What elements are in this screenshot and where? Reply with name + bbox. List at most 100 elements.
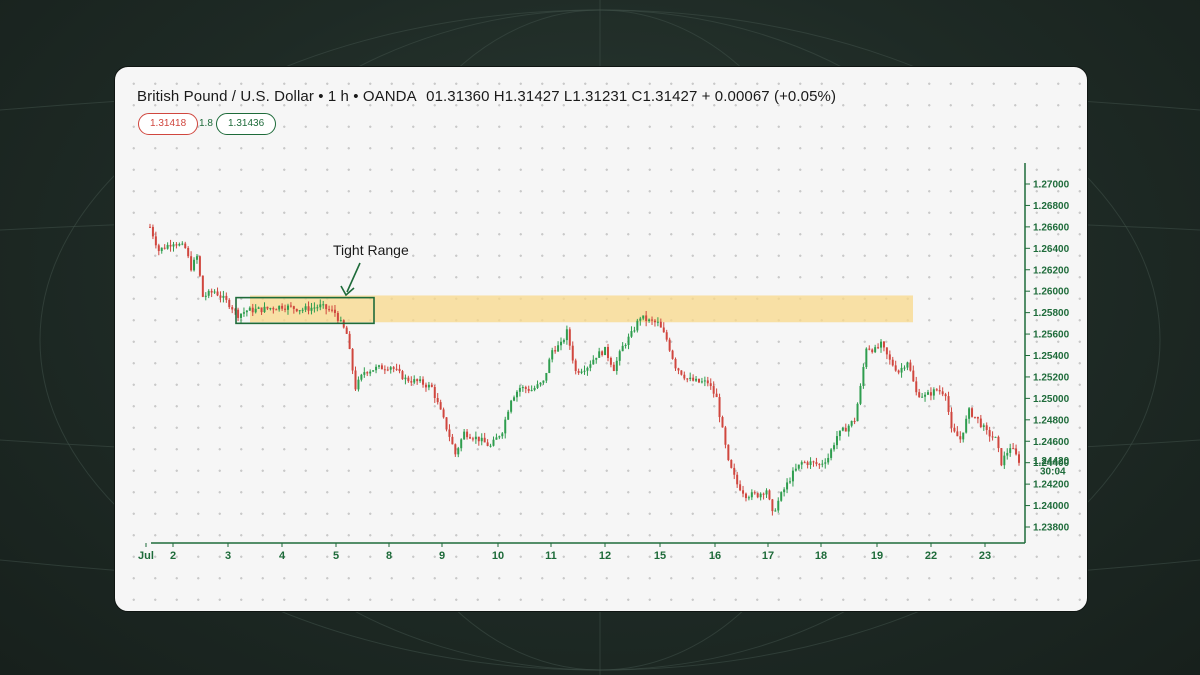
candle-body <box>269 308 272 310</box>
candle-body <box>562 340 565 342</box>
y-tick-label: 1.24800 <box>1033 415 1070 426</box>
candle-body <box>154 236 157 246</box>
candle-body <box>284 308 287 310</box>
x-tick-label: 23 <box>979 550 991 562</box>
candle-body <box>791 470 794 482</box>
candle-body <box>921 396 924 398</box>
candle-body <box>909 362 912 371</box>
candle-body <box>571 345 574 361</box>
price-chart[interactable]: Tight Range 1.27000 1.26800 1.26600 1.26400… <box>115 67 1087 611</box>
candle-body <box>592 359 595 365</box>
candle-body <box>436 398 439 403</box>
y-tick-label: 1.26800 <box>1033 201 1070 212</box>
candle-body <box>821 463 824 465</box>
y-tick-label: 1.24200 <box>1033 480 1070 491</box>
y-tick-label: 1.25200 <box>1033 372 1070 383</box>
candle-body <box>730 459 733 468</box>
candle-body <box>195 256 198 260</box>
candle-body <box>982 425 985 428</box>
candle-body <box>495 437 498 440</box>
candle-body <box>809 461 812 466</box>
candle-body <box>510 400 513 412</box>
candle-body <box>601 351 604 356</box>
candle-body <box>460 439 463 449</box>
candle-body <box>533 387 536 391</box>
candle-body <box>580 371 583 373</box>
y-axis-ticks: 1.27000 1.26800 1.26600 1.26400 1.26200 1.260… <box>1025 180 1070 534</box>
candle-body <box>812 461 815 463</box>
candle-body <box>844 427 847 432</box>
x-tick-label: 12 <box>599 550 611 562</box>
candle-body <box>941 391 944 395</box>
candle-body <box>469 437 472 439</box>
candle-body <box>151 226 154 237</box>
candle-body <box>703 380 706 382</box>
candle-body <box>325 304 328 310</box>
candle-body <box>498 436 501 438</box>
candle-body <box>665 332 668 340</box>
candle-body <box>568 329 571 346</box>
candle-body <box>419 379 422 382</box>
candle-body <box>178 243 181 246</box>
candle-body <box>204 295 207 297</box>
candle-body <box>190 256 193 271</box>
candle-body <box>551 350 554 360</box>
candle-body <box>386 369 389 371</box>
candle-body <box>345 327 348 334</box>
candle-body <box>322 304 325 306</box>
candle-body <box>589 364 592 368</box>
x-tick-label: 4 <box>279 550 286 562</box>
candle-body <box>357 379 360 390</box>
candle-body <box>627 336 630 346</box>
candle-body <box>360 374 363 380</box>
candle-body <box>392 367 395 369</box>
candle-body <box>841 427 844 431</box>
candle-body <box>407 377 410 382</box>
candle-body <box>959 436 962 440</box>
candle-body <box>906 362 909 368</box>
candle-body <box>818 464 821 466</box>
candle-body <box>316 307 319 309</box>
candle-body <box>692 377 695 381</box>
candle-body <box>830 449 833 458</box>
candle-body <box>621 345 624 352</box>
candle-body <box>480 437 483 442</box>
candle-body <box>968 408 971 419</box>
candle-body <box>181 243 184 245</box>
candle-body <box>539 382 542 385</box>
bar-countdown-label: 30:04 <box>1040 467 1066 478</box>
candle-body <box>862 367 865 386</box>
candle-body <box>451 436 454 445</box>
candle-body <box>953 427 956 432</box>
x-tick-label: 8 <box>386 550 392 562</box>
candle-body <box>410 381 413 383</box>
candle-body <box>245 310 248 313</box>
candle-body <box>765 490 768 495</box>
candle-body <box>427 384 430 388</box>
candle-body <box>474 436 477 440</box>
candle-body <box>888 354 891 360</box>
candle-body <box>653 320 656 323</box>
candle-body <box>900 367 903 373</box>
candle-body <box>565 329 568 341</box>
candle-body <box>783 489 786 493</box>
candle-body <box>263 306 266 313</box>
candle-body <box>1018 454 1020 463</box>
candle-body <box>659 321 662 328</box>
candle-body <box>333 309 336 313</box>
candle-body <box>815 462 818 465</box>
candle-body <box>348 333 351 349</box>
candle-body <box>515 391 518 398</box>
y-tick-label: 1.24600 <box>1033 437 1070 448</box>
candle-body <box>354 370 357 390</box>
candle-body <box>545 372 548 381</box>
candlestick-series <box>149 223 1020 516</box>
candle-body <box>636 320 639 331</box>
candle-body <box>747 497 750 499</box>
candle-body <box>633 330 636 332</box>
candle-body <box>671 350 674 359</box>
candle-body <box>924 394 927 397</box>
candle-body <box>187 248 190 257</box>
candle-body <box>606 346 609 358</box>
candle-body <box>240 313 243 318</box>
